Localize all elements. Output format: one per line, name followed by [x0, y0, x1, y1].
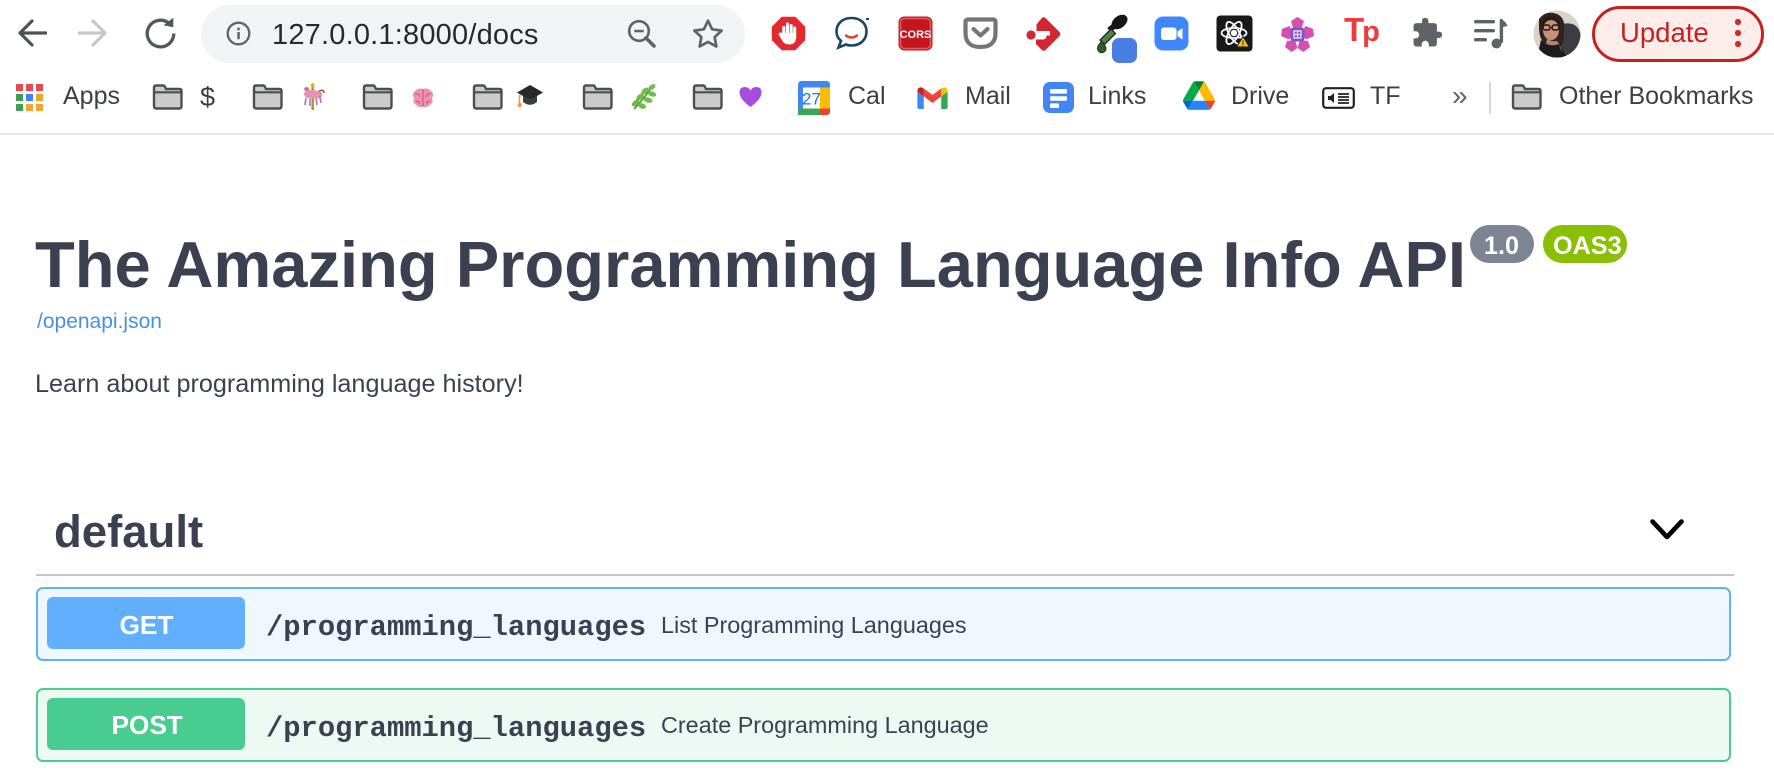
svg-text:27: 27	[802, 90, 821, 109]
svg-text:CORS: CORS	[900, 29, 932, 41]
svg-text:!: !	[1242, 39, 1245, 48]
